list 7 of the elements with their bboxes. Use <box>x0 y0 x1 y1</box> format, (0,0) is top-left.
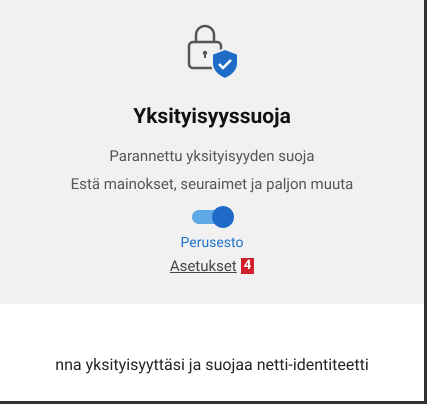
page-title: Yksityisyyssuoja <box>133 104 291 130</box>
callout-badge: 4 <box>240 258 254 274</box>
settings-link[interactable]: Asetukset <box>170 256 237 276</box>
toggle-label: Perusesto <box>180 234 244 252</box>
tagline-text: nna yksityisyyttäsi ja suojaa netti-identiteetti <box>55 354 369 376</box>
description-text: Parannettu yksityisyyden suoja <box>109 146 315 167</box>
description-text: Estä mainokset, seuraimet ja paljon muuta <box>70 174 354 195</box>
